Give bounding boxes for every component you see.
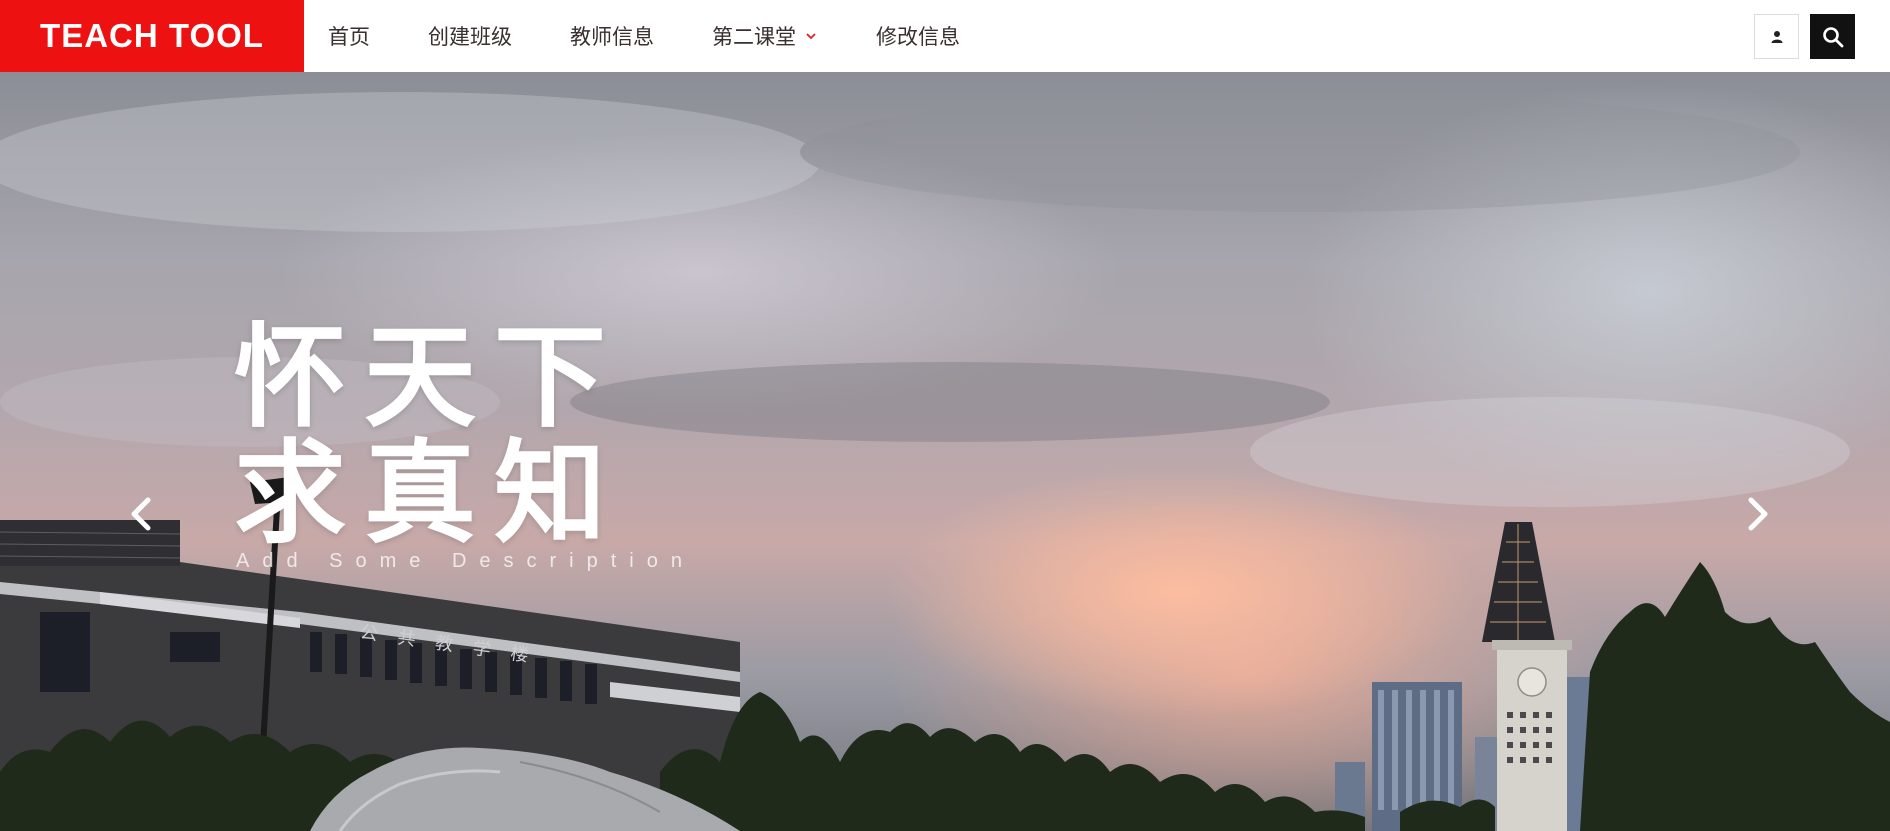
main-nav: 首页 创建班级 教师信息 第二课堂 修改信息 [328,0,1018,72]
nav-actions [1754,14,1855,59]
hero-subtitle: Add Some Description [236,550,695,572]
slogan-line-2: 求真知 [234,429,624,559]
nav-item-create-class[interactable]: 创建班级 [428,0,512,72]
carousel-next-button[interactable] [1739,484,1779,544]
nav-item-edit-info[interactable]: 修改信息 [876,0,960,72]
search-button[interactable] [1810,14,1855,59]
hero-carousel: 公共教学楼 怀天下 求真知 Add Some Description [0,72,1890,831]
nav-item-second-classroom[interactable]: 第二课堂 [712,0,818,72]
search-icon [1822,26,1843,47]
nav-item-label: 第二课堂 [712,25,796,49]
user-icon [1771,30,1782,43]
nav-item-label: 创建班级 [428,25,512,49]
nav-item-label: 教师信息 [570,25,654,49]
brand-logo[interactable]: TEACH TOOL [0,0,304,72]
nav-item-label: 修改信息 [876,25,960,49]
hero-slogan: 怀天下 求真知 [234,320,624,552]
nav-item-label: 首页 [328,25,370,49]
chevron-down-icon [806,33,816,40]
top-navbar: TEACH TOOL 首页 创建班级 教师信息 第二课堂 修改信息 [0,0,1890,72]
nav-item-teacher-info[interactable]: 教师信息 [570,0,654,72]
user-button[interactable] [1754,14,1799,59]
chevron-right-icon [1748,497,1768,531]
slogan-line-1: 怀天下 [234,313,624,443]
chevron-left-icon [131,497,151,531]
carousel-prev-button[interactable] [120,484,160,544]
brand-name: TEACH TOOL [40,17,264,54]
nav-item-home[interactable]: 首页 [328,0,370,72]
